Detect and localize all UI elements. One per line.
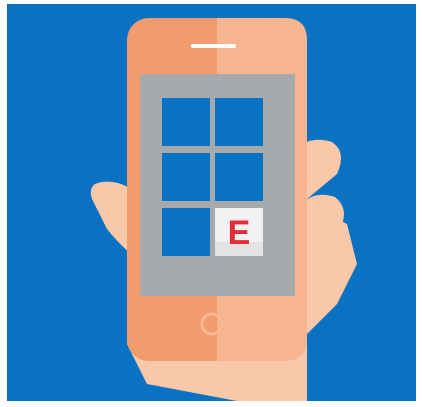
phone-screen: E (140, 74, 295, 296)
blue-background: E (7, 4, 416, 401)
app-tile[interactable] (215, 98, 263, 146)
e-app-letter: E (228, 214, 251, 252)
app-tile[interactable] (162, 208, 210, 256)
hand-holding-phone-illustration: E (90, 18, 357, 401)
app-tile[interactable] (162, 98, 210, 146)
app-tile[interactable] (215, 153, 263, 201)
app-tile[interactable] (162, 153, 210, 201)
illustration-canvas: E (0, 0, 422, 407)
e-app-icon[interactable]: E (215, 208, 263, 256)
phone-speaker (191, 44, 236, 48)
